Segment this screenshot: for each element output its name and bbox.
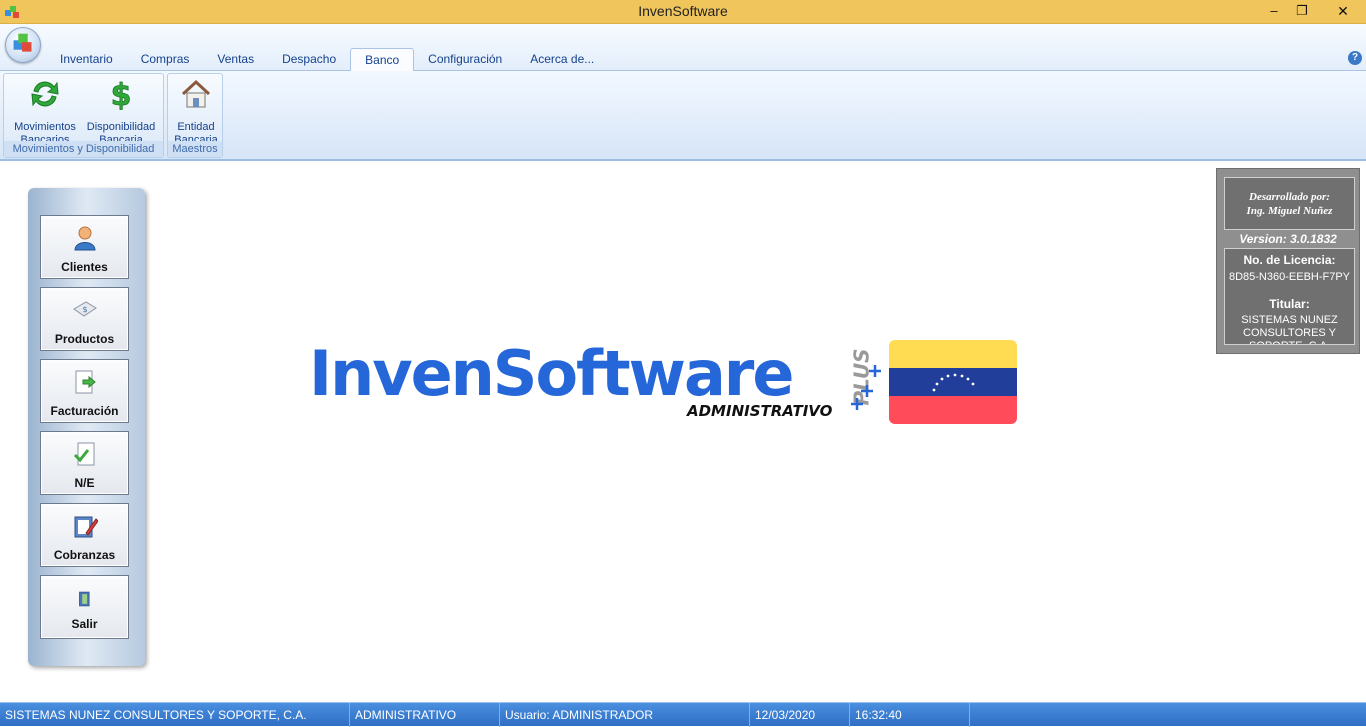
plus-signs-icon <box>851 365 881 410</box>
entidad-bancaria-button[interactable]: Entidad Bancaria <box>170 77 222 147</box>
invoice-icon <box>75 370 96 394</box>
facturacion-label: Facturación <box>50 404 119 418</box>
status-user: Usuario: ADMINISTRADOR <box>500 703 750 727</box>
title-bar: InvenSoftware – ❐ ✕ <box>0 0 1366 24</box>
quick-access-sidebar: Clientes $ Productos Facturación N/E Cob… <box>28 188 145 666</box>
status-bar: SISTEMAS NUNEZ CONSULTORES Y SOPORTE, C.… <box>0 702 1366 727</box>
ne-button[interactable]: N/E <box>40 431 129 495</box>
app-orb-icon <box>13 33 32 52</box>
productos-button[interactable]: $ Productos <box>40 287 129 351</box>
user-icon <box>73 226 96 251</box>
version-label: Version: 3.0.1832 <box>1239 232 1337 246</box>
status-date: 12/03/2020 <box>750 703 850 727</box>
clientes-label: Clientes <box>61 260 108 274</box>
checked-document-icon <box>73 442 94 466</box>
venezuela-flag-icon <box>889 340 1017 424</box>
group-maestros: Entidad Bancaria Maestros <box>167 73 223 158</box>
svg-text:$: $ <box>111 78 132 111</box>
entidad-label-1: Entidad <box>177 121 215 133</box>
tab-acerca-de[interactable]: Acerca de... <box>516 48 608 71</box>
close-button[interactable]: ✕ <box>1320 0 1366 22</box>
group-movimientos-disponibilidad: Movimientos Bancarios $ Disponibilidad B… <box>3 73 164 158</box>
license-info-panel: Desarrollado por: Ing. Miguel Nuñez Vers… <box>1216 168 1360 354</box>
license-value: 8D85-N360-EEBH-F7PY <box>1228 271 1351 283</box>
clientes-button[interactable]: Clientes <box>40 215 129 279</box>
logo-title: InvenSoftware <box>309 337 794 410</box>
minimize-button[interactable]: – <box>1260 0 1288 22</box>
status-company: SISTEMAS NUNEZ CONSULTORES Y SOPORTE, C.… <box>0 703 350 727</box>
tab-compras[interactable]: Compras <box>127 48 204 71</box>
cobranzas-button[interactable]: Cobranzas <box>40 503 129 567</box>
clipboard-pen-icon <box>74 516 99 538</box>
invensoftware-logo: InvenSoftware ADMINISTRATIVO PLUS <box>305 335 1025 435</box>
tab-inventario[interactable]: Inventario <box>46 48 127 71</box>
productos-label: Productos <box>54 332 115 346</box>
developer-box: Desarrollado por: Ing. Miguel Nuñez <box>1224 177 1355 230</box>
product-icon: $ <box>72 301 97 317</box>
tab-despacho[interactable]: Despacho <box>268 48 350 71</box>
window-title: InvenSoftware <box>638 3 728 19</box>
movimientos-bancarios-button[interactable]: Movimientos Bancarios <box>7 77 83 147</box>
svg-text:$: $ <box>82 305 87 314</box>
group-label: Movimientos y Disponibilidad <box>4 141 163 157</box>
application-menu-button[interactable] <box>5 27 41 63</box>
dollar-icon: $ <box>110 78 132 114</box>
license-label: No. de Licencia: <box>1243 253 1336 267</box>
group-label: Maestros <box>168 141 222 157</box>
house-icon <box>181 79 211 108</box>
ribbon-tabs: Inventario Compras Ventas Despacho Banco… <box>46 48 608 72</box>
developed-by-label: Desarrollado por: <box>1249 191 1330 203</box>
salir-button[interactable]: Salir <box>40 575 129 639</box>
ribbon-panel: Movimientos Bancarios $ Disponibilidad B… <box>0 71 1366 161</box>
disponibilidad-label-1: Disponibilidad <box>86 121 156 133</box>
facturacion-button[interactable]: Facturación <box>40 359 129 423</box>
developer-name: Ing. Miguel Nuñez <box>1246 205 1333 217</box>
maximize-button[interactable]: ❐ <box>1288 0 1316 22</box>
status-module: ADMINISTRATIVO <box>350 703 500 727</box>
movimientos-label-1: Movimientos <box>14 121 76 133</box>
logo-subtitle: ADMINISTRATIVO <box>687 402 833 420</box>
tab-configuracion[interactable]: Configuración <box>414 48 516 71</box>
tab-ventas[interactable]: Ventas <box>203 48 268 71</box>
salir-label: Salir <box>71 617 98 631</box>
holder-label: Titular: <box>1269 297 1310 311</box>
ne-label: N/E <box>74 476 95 490</box>
holder-value: SISTEMAS NUNEZ CONSULTORES Y SOPORTE, C.… <box>1241 314 1338 344</box>
refresh-arrows-icon <box>31 81 59 107</box>
tab-banco[interactable]: Banco <box>350 48 415 72</box>
cobranzas-label: Cobranzas <box>53 548 116 562</box>
exit-door-icon <box>78 591 89 607</box>
status-time: 16:32:40 <box>850 703 970 727</box>
license-box: No. de Licencia: 8D85-N360-EEBH-F7PY Tit… <box>1224 248 1355 345</box>
disponibilidad-bancaria-button[interactable]: $ Disponibilidad Bancaria <box>82 77 160 147</box>
help-icon[interactable]: ? <box>1348 51 1362 65</box>
